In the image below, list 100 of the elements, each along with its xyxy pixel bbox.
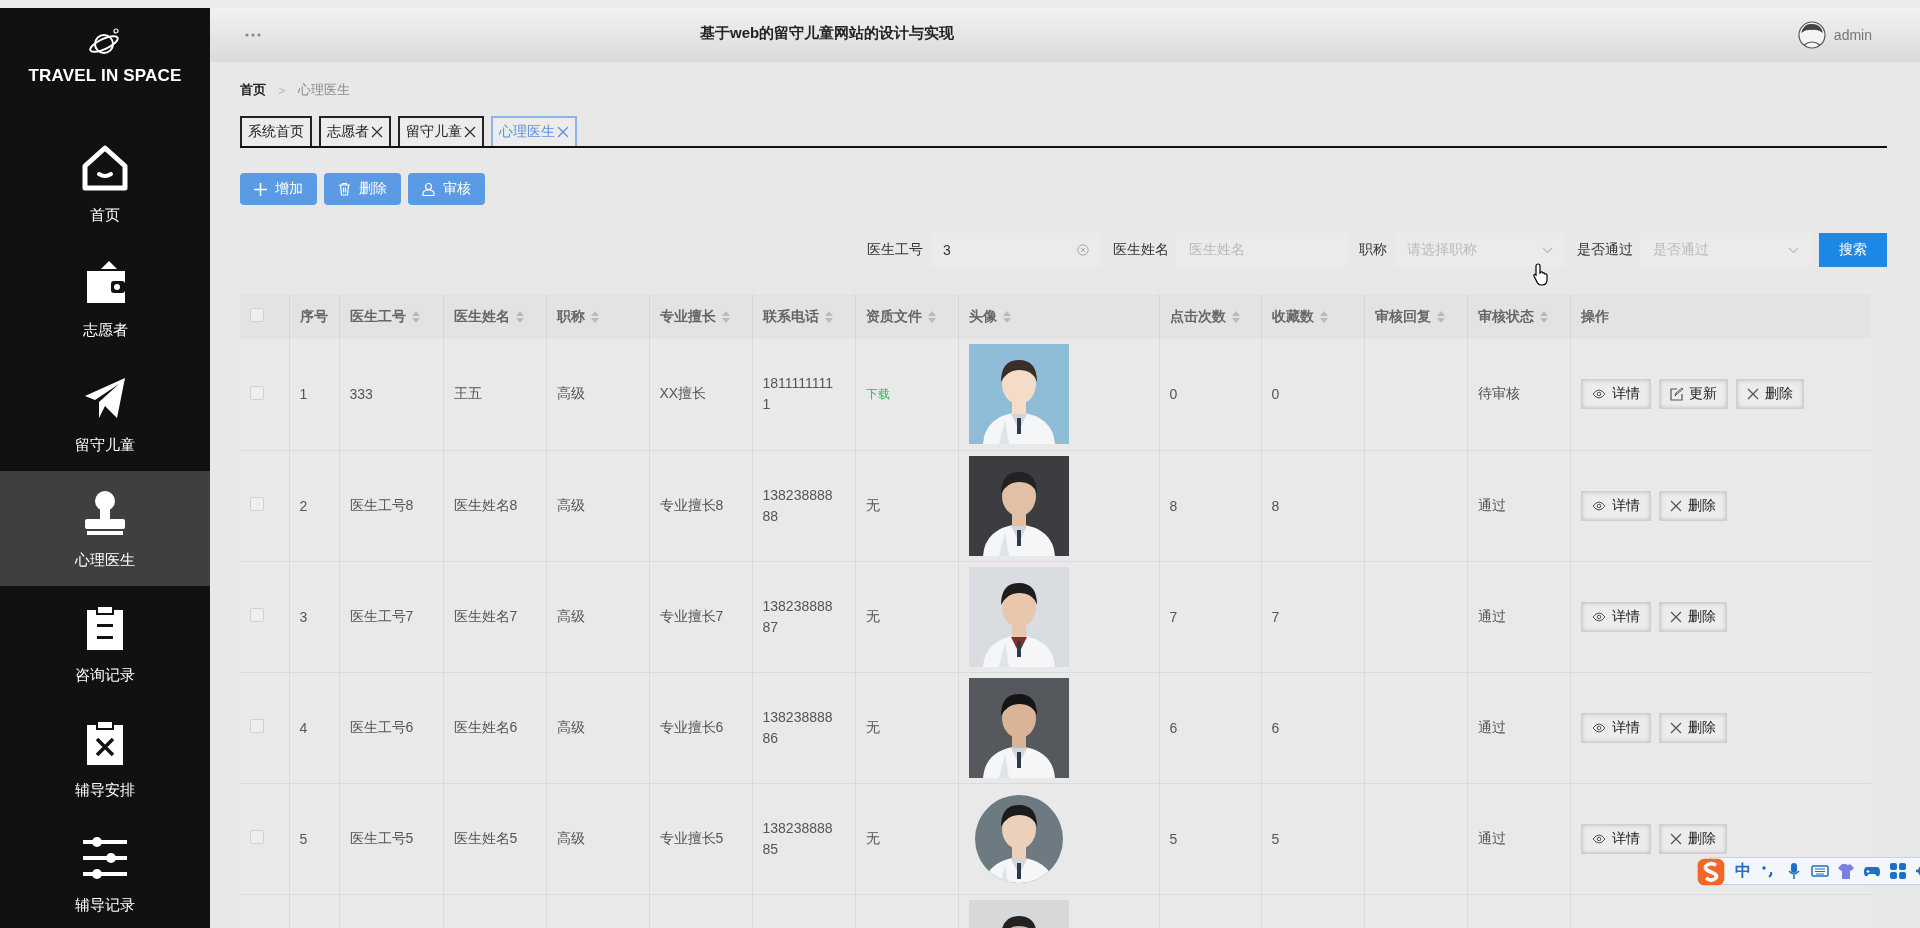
eye-icon [1591, 833, 1606, 844]
chevron-down-icon [1542, 246, 1553, 254]
field-label: 医生工号 [867, 241, 923, 259]
breadcrumb-item[interactable]: 首页 [240, 81, 266, 99]
delete-button[interactable]: 删除 [1735, 379, 1804, 410]
sidebar-item[interactable]: 咨询记录 [0, 586, 210, 701]
click-count: 8 [1169, 497, 1178, 514]
doctor-name: 医生姓名6 [453, 718, 518, 735]
field-label: 是否通过 [1577, 241, 1633, 259]
delete-button[interactable]: 删除 [1658, 601, 1727, 632]
details-button[interactable]: 详情 [1580, 823, 1651, 854]
details-button[interactable]: 详情 [1580, 712, 1651, 743]
field-label: 医生姓名 [1113, 241, 1169, 259]
eye-icon [1591, 611, 1606, 622]
click-count: 0 [1169, 386, 1178, 403]
column-header: 序号 [299, 307, 328, 326]
row-number: 1 [299, 386, 308, 403]
specialty: 专业擅长8 [659, 496, 724, 513]
delete-button[interactable]: 删除 [1658, 823, 1727, 854]
job-title: 高级 [556, 496, 585, 513]
column-header[interactable]: 职称 [556, 307, 585, 326]
chevron-down-icon [1788, 246, 1799, 254]
specialty: XX擅长 [659, 385, 707, 402]
doctor-name: 王五 [453, 385, 482, 402]
input-mode[interactable]: 中 [1735, 860, 1751, 882]
close-icon [1669, 499, 1682, 512]
more-icon[interactable] [245, 33, 261, 37]
details-button[interactable]: 详情 [1580, 601, 1651, 632]
click-count: 7 [1169, 608, 1178, 625]
sidebar-item[interactable]: 辅导记录 [0, 816, 210, 928]
field-label: 职称 [1359, 241, 1387, 259]
review-status: 通过 [1477, 718, 1506, 735]
shirt-icon[interactable] [1837, 862, 1855, 880]
row-number: 4 [299, 719, 308, 736]
doctor-name: 医生姓名8 [453, 496, 518, 513]
checkbox[interactable] [250, 608, 264, 622]
sidebar-item[interactable]: 心理医生 [0, 471, 210, 586]
eye-icon [1591, 389, 1606, 400]
column-header[interactable]: 收藏数 [1271, 307, 1314, 326]
tab[interactable]: 系统首页 [240, 116, 312, 146]
delete-button[interactable]: 删除 [1658, 490, 1727, 521]
sort-icon[interactable] [411, 310, 420, 323]
search-button[interactable]: 搜索 [1819, 233, 1887, 267]
column-header[interactable]: 头像 [968, 307, 997, 326]
sort-icon[interactable] [1231, 310, 1240, 323]
checkbox[interactable] [250, 830, 264, 844]
sidebar-item[interactable]: 辅导安排 [0, 701, 210, 816]
sidebar-item[interactable]: 志愿者 [0, 241, 210, 356]
phone-number: 13823888888 [762, 485, 834, 526]
tab[interactable]: 志愿者 [319, 116, 391, 146]
sort-icon[interactable] [515, 310, 524, 323]
tab[interactable]: 留守儿童 [398, 116, 484, 146]
close-icon [1669, 721, 1682, 734]
clear-icon[interactable] [1077, 244, 1089, 256]
keyboard-icon[interactable] [1811, 862, 1829, 880]
sort-icon[interactable] [590, 310, 599, 323]
click-count: 5 [1169, 830, 1178, 847]
certificate-value: 无 [865, 829, 880, 846]
checkbox[interactable] [250, 308, 264, 322]
sort-icon[interactable] [927, 310, 936, 323]
row-number: 3 [299, 608, 308, 625]
delete-button[interactable]: 删除 [1658, 712, 1727, 743]
favorite-count: 7 [1271, 608, 1280, 625]
favorite-count: 0 [1271, 386, 1280, 403]
job-title: 高级 [556, 718, 585, 735]
checkbox[interactable] [250, 385, 264, 400]
sort-icon[interactable] [824, 310, 833, 323]
details-button[interactable]: 详情 [1580, 379, 1651, 410]
close-icon [1746, 388, 1759, 401]
checkbox[interactable] [250, 719, 264, 733]
checkbox[interactable] [250, 497, 264, 511]
update-button[interactable]: 更新 [1658, 379, 1728, 410]
doctor-name: 医生姓名5 [453, 829, 518, 846]
trash-icon [338, 182, 351, 196]
sort-icon[interactable] [1436, 310, 1445, 323]
breadcrumb-item: 心理医生 [297, 81, 350, 99]
sort-icon[interactable] [721, 310, 730, 323]
sidebar-item[interactable]: 首页 [0, 126, 210, 241]
sidebar-item[interactable]: 留守儿童 [0, 356, 210, 471]
close-icon [1669, 832, 1682, 845]
review-status: 通过 [1477, 829, 1506, 846]
review-status: 通过 [1477, 496, 1506, 513]
row-number: 5 [299, 830, 308, 847]
row-number: 2 [299, 497, 308, 514]
phone-number: 18111111111 [762, 374, 835, 415]
column-header: 操作 [1580, 307, 1609, 326]
microphone-icon[interactable] [1785, 862, 1803, 880]
phone-number: 13823888887 [762, 596, 834, 637]
sort-icon[interactable] [1319, 310, 1328, 323]
favorite-count: 8 [1271, 497, 1280, 514]
close-icon [1669, 610, 1682, 623]
sort-icon[interactable] [1539, 310, 1548, 323]
certificate-value: 无 [865, 718, 880, 735]
breadcrumb-separator: > [278, 82, 286, 98]
user-name[interactable]: admin [1833, 27, 1872, 43]
details-button[interactable]: 详情 [1580, 490, 1651, 521]
avatar-icon[interactable] [1797, 21, 1826, 49]
apps-grid-icon[interactable] [1889, 862, 1907, 880]
doctor-id: 医生工号5 [349, 829, 414, 846]
sort-icon[interactable] [1002, 310, 1011, 323]
